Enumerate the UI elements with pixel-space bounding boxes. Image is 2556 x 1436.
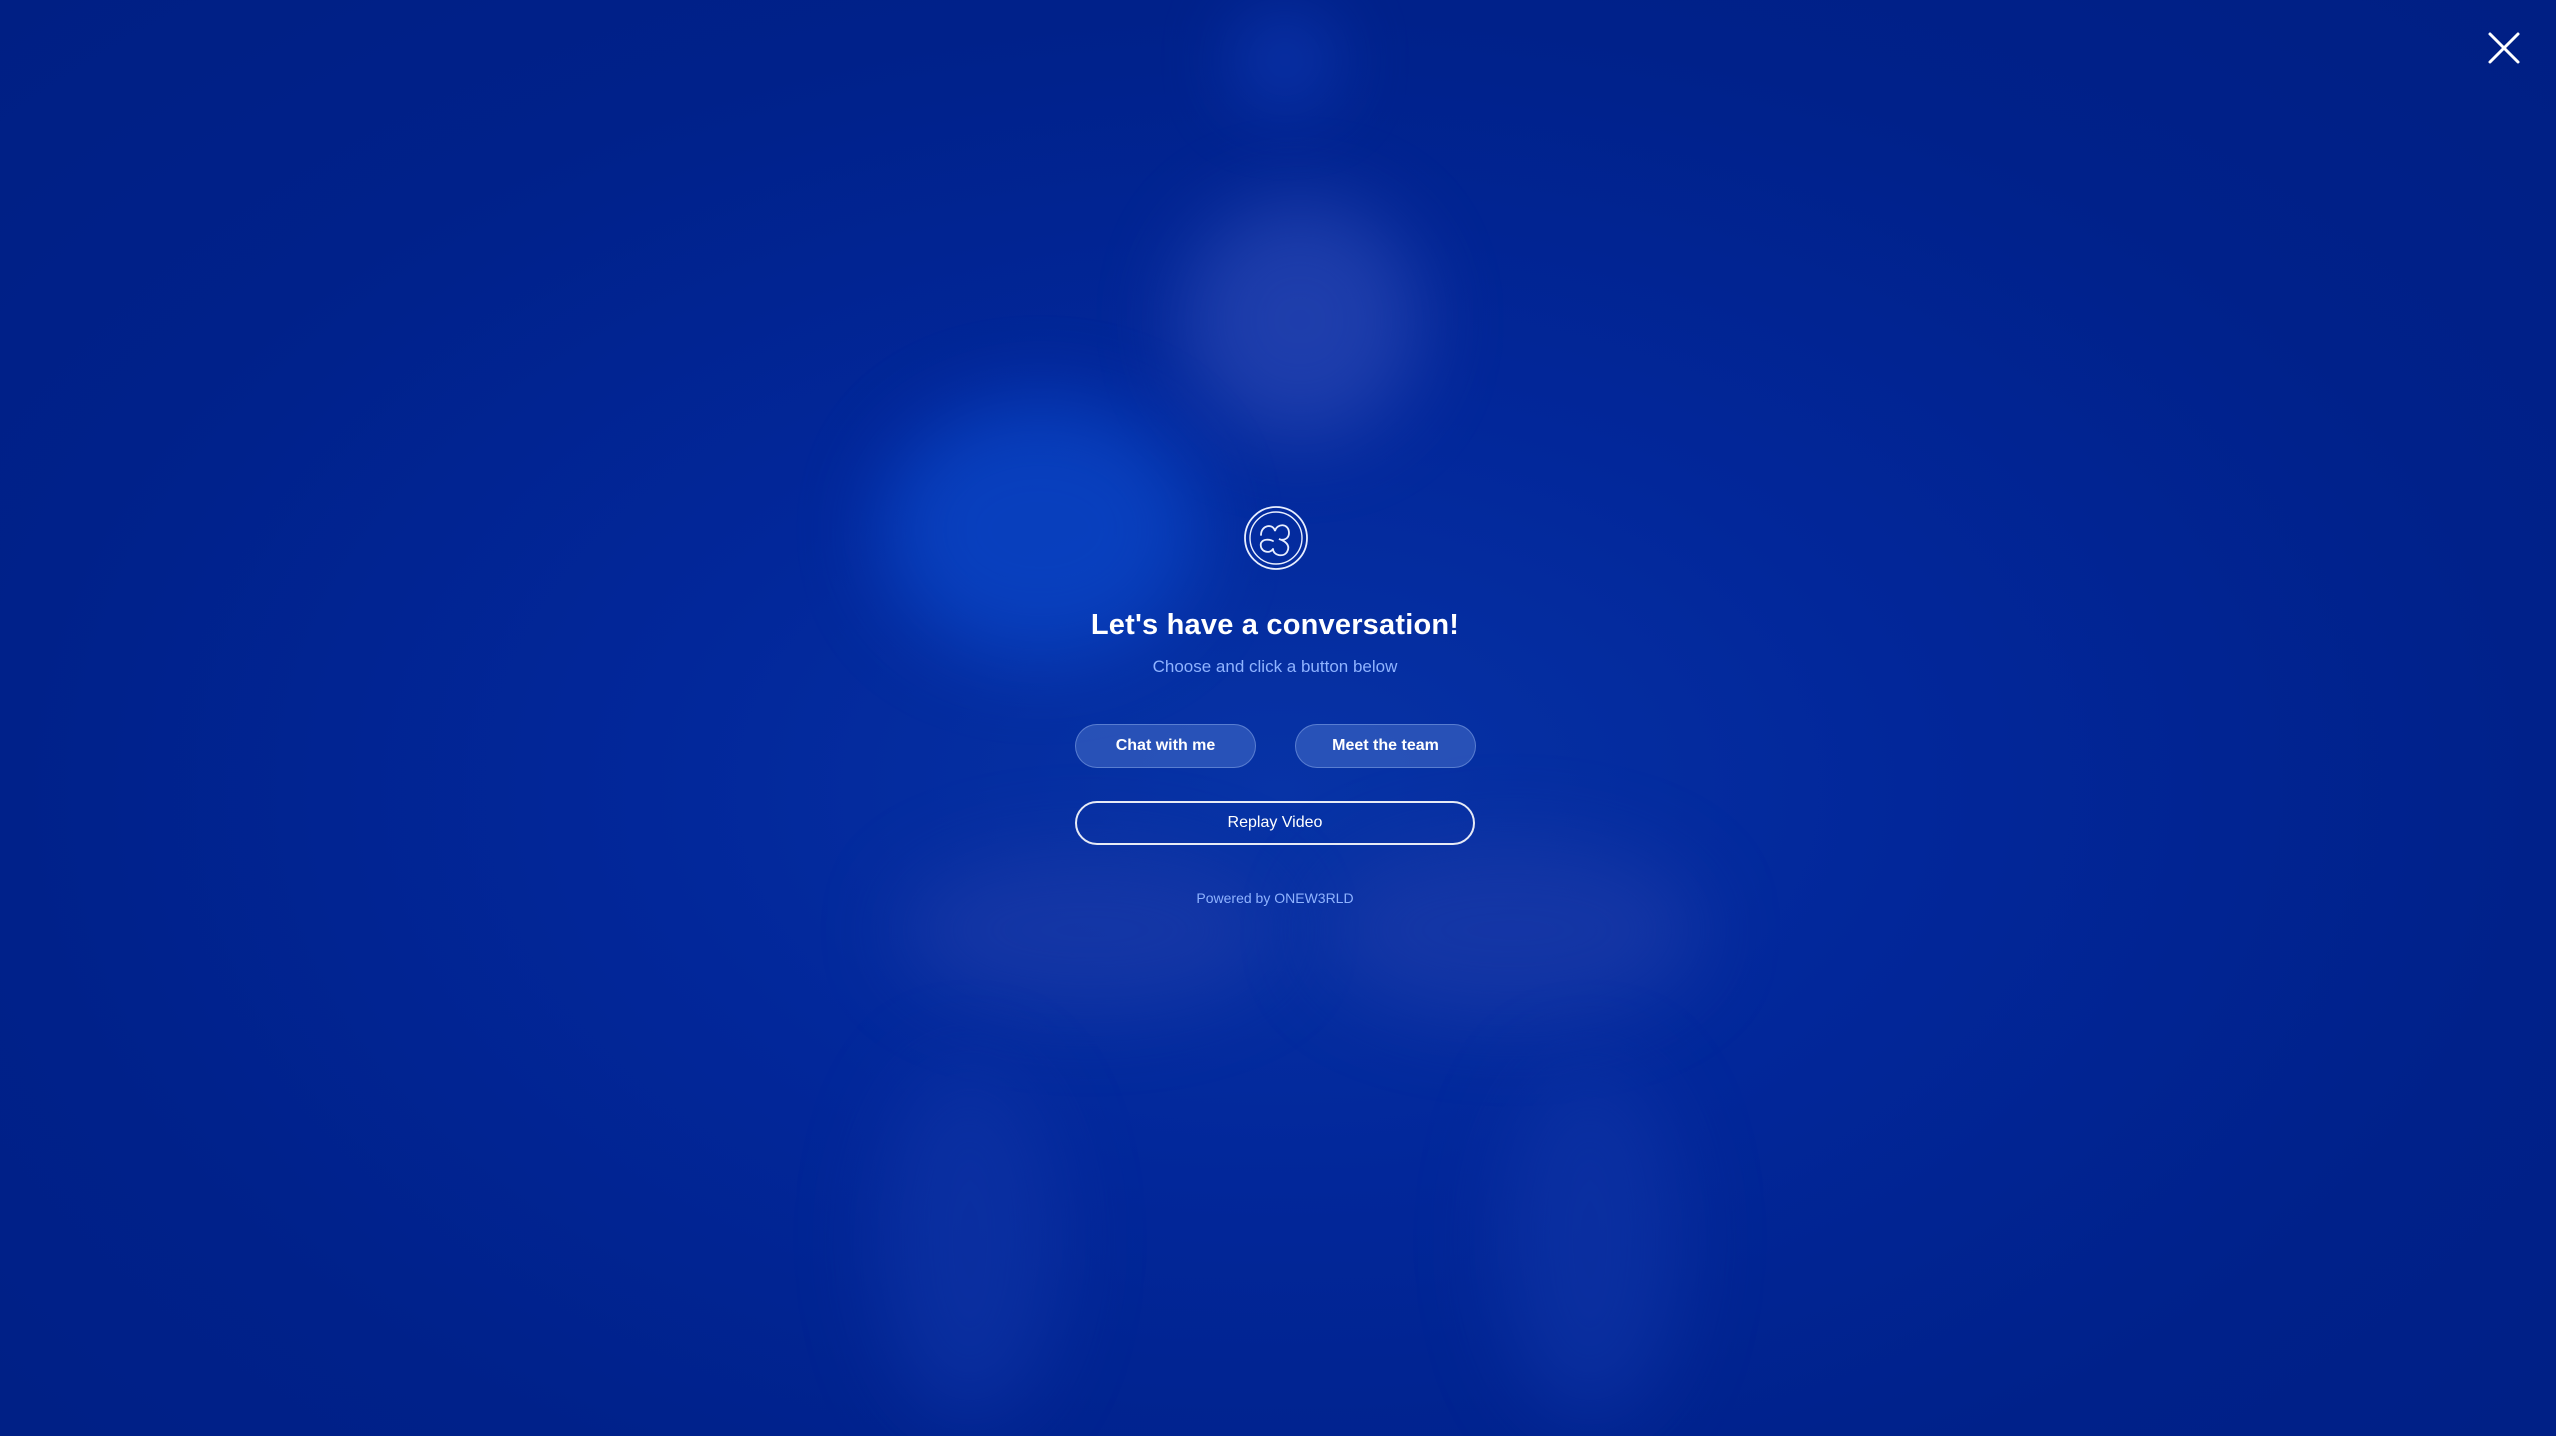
- conversation-panel: Let's have a conversation! Choose and cl…: [1075, 505, 1476, 925]
- subtitle: Choose and click a button below: [1152, 657, 1398, 676]
- replay-video-button[interactable]: Replay Video: [1075, 801, 1475, 845]
- video-backdrop-blur: [880, 1060, 1060, 1420]
- video-backdrop-blur: [1500, 1060, 1680, 1420]
- powered-by-link[interactable]: Powered by ONEW3RLD: [1075, 890, 1475, 906]
- video-backdrop-blur: [1180, 200, 1420, 440]
- video-backdrop-blur: [1240, 20, 1330, 100]
- video-overlay: Let's have a conversation! Choose and cl…: [0, 0, 2556, 1436]
- onew3rld-logo-icon: [1243, 505, 1309, 571]
- close-icon[interactable]: [2484, 28, 2524, 68]
- meet-the-team-button[interactable]: Meet the team: [1295, 724, 1476, 768]
- page-title: Let's have a conversation!: [1090, 609, 1460, 641]
- chat-with-me-button[interactable]: Chat with me: [1075, 724, 1256, 768]
